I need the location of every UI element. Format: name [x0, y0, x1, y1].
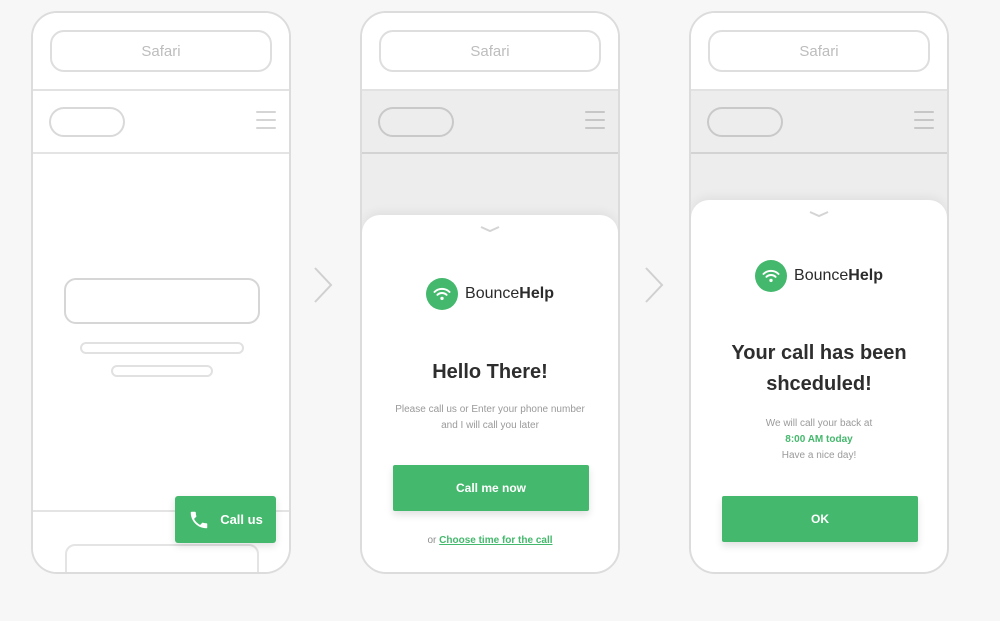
ok-button[interactable]: OK [722, 496, 918, 542]
chevron-right-icon [314, 267, 333, 303]
modal-description: We will call your back at 8:00 AM today … [721, 416, 917, 464]
content-block-placeholder [64, 278, 260, 324]
address-bar[interactable]: Safari [379, 30, 601, 72]
call-us-button[interactable]: Call us [175, 496, 276, 543]
browser-chrome: Safari [33, 13, 289, 91]
chevron-right-icon [645, 267, 664, 303]
heading-line-1: Your call has been [731, 342, 907, 364]
brand-name: BounceHelp [465, 285, 554, 302]
description-line-3: Have a nice day! [781, 450, 857, 461]
brand-name: BounceHelp [794, 267, 883, 284]
text-line-placeholder [80, 342, 244, 354]
alternative-option: or Choose time for the call [362, 535, 618, 546]
browser-chrome: Safari [362, 13, 618, 91]
call-me-now-button[interactable]: Call me now [393, 465, 589, 511]
modal-heading: Your call has been shceduled! [691, 338, 947, 400]
modal-description: Please call us or Enter your phone numbe… [395, 404, 585, 431]
choose-time-link[interactable]: Choose time for the call [439, 535, 552, 546]
description-line-1: We will call your back at [765, 418, 873, 429]
phone-mockup-step-2: Safari BounceHelp Hello There! Please ca… [360, 11, 620, 574]
address-bar[interactable]: Safari [708, 30, 930, 72]
text-line-placeholder [111, 365, 213, 377]
drag-handle-icon[interactable] [808, 210, 830, 218]
phone-icon [190, 511, 208, 528]
brand-logo: BounceHelp [362, 278, 618, 310]
site-navbar [33, 91, 289, 154]
browser-chrome: Safari [691, 13, 947, 91]
wifi-icon [426, 278, 459, 310]
scheduled-time: 8:00 AM today [785, 434, 853, 445]
wifi-icon [755, 260, 788, 292]
site-logo-placeholder[interactable] [49, 107, 125, 137]
phone-mockup-step-1: Safari Call us [31, 11, 291, 574]
footer-card-placeholder [65, 544, 259, 572]
address-bar[interactable]: Safari [50, 30, 272, 72]
drag-handle-icon[interactable] [479, 225, 501, 233]
alt-prefix: or [427, 535, 437, 546]
hamburger-menu-icon[interactable] [256, 111, 276, 131]
heading-line-2: shceduled! [766, 373, 872, 395]
phone-mockup-step-3: Safari BounceHelp Your call has been shc… [689, 11, 949, 574]
call-us-label: Call us [220, 512, 263, 527]
help-modal: BounceHelp Hello There! Please call us o… [362, 215, 618, 572]
brand-logo: BounceHelp [691, 260, 947, 292]
confirmation-modal: BounceHelp Your call has been shceduled!… [691, 200, 947, 572]
modal-heading: Hello There! [432, 361, 548, 383]
